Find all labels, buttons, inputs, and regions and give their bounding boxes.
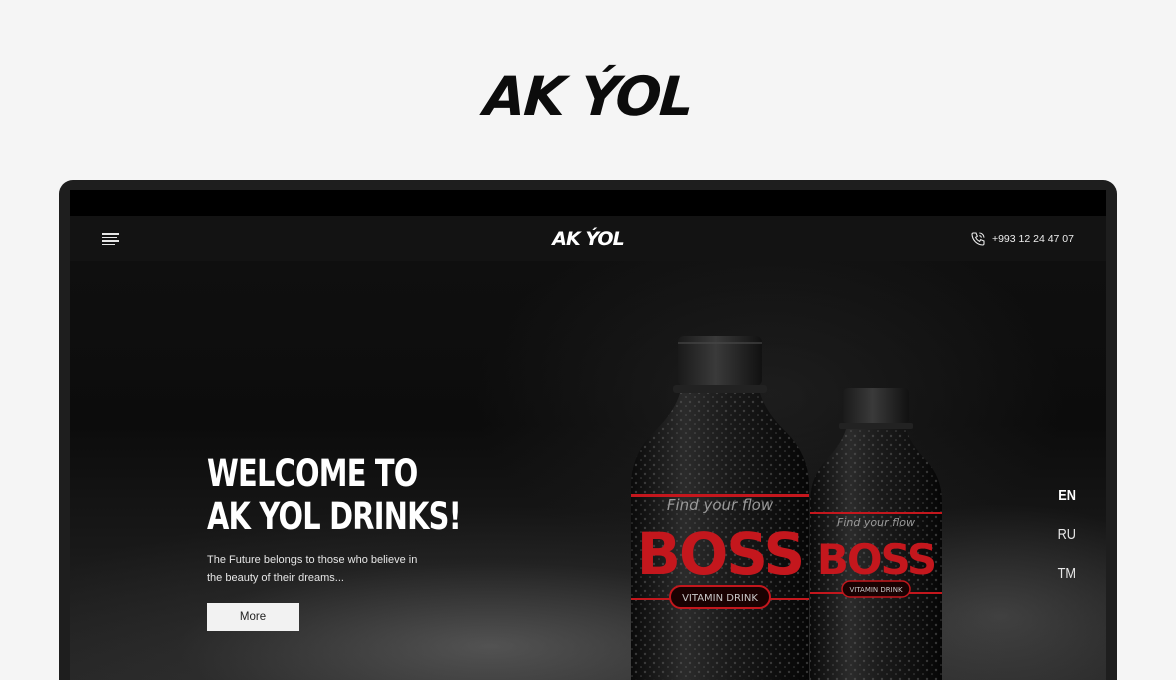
language-ru[interactable]: RU <box>1051 526 1076 543</box>
phone-icon <box>971 232 985 246</box>
phone-contact[interactable]: +993 12 24 47 07 <box>970 231 1074 247</box>
hero-title: WELCOME TO AK YOL DRINKS! <box>207 452 462 538</box>
bottle-tagline-small: Find your flow <box>837 516 915 529</box>
boss-bottle-large: Find your flow BOSS VITAMIN DRINK <box>631 336 809 680</box>
bottle-brand-name: BOSS <box>637 520 803 588</box>
hero-title-line-1: WELCOME TO <box>207 452 418 495</box>
nav-logo[interactable]: AK ÝOL <box>70 228 1106 250</box>
navigation-bar: AK ÝOL +993 12 24 47 07 <box>70 216 1106 261</box>
boss-bottle-small: Find your flow BOSS VITAMIN DRINK <box>810 388 942 680</box>
phone-number: +993 12 24 47 07 <box>991 233 1074 245</box>
bottle-type-small: VITAMIN DRINK <box>849 586 902 594</box>
more-button[interactable]: More <box>207 603 299 631</box>
laptop-frame: Find your flow BOSS VITAMIN DRINK Find y… <box>59 180 1117 680</box>
language-tm[interactable]: TM <box>1051 565 1076 582</box>
hero-subtitle-line-1: The Future belongs to those who believe … <box>207 554 418 566</box>
website-screen: Find your flow BOSS VITAMIN DRINK Find y… <box>70 190 1106 680</box>
bottle-brand-name-small: BOSS <box>817 535 935 584</box>
bottle-type: VITAMIN DRINK <box>682 593 758 604</box>
brand-logo: AK ÝOL <box>481 65 695 128</box>
bottle-tagline: Find your flow <box>667 496 774 514</box>
hero-title-line-2: AK YOL DRINKS! <box>207 495 462 538</box>
browser-top-bar <box>70 190 1106 216</box>
hero-subtitle: The Future belongs to those who believe … <box>207 551 447 587</box>
hero-subtitle-line-2: the beauty of their dreams... <box>207 572 344 584</box>
language-en[interactable]: EN <box>1051 487 1076 504</box>
